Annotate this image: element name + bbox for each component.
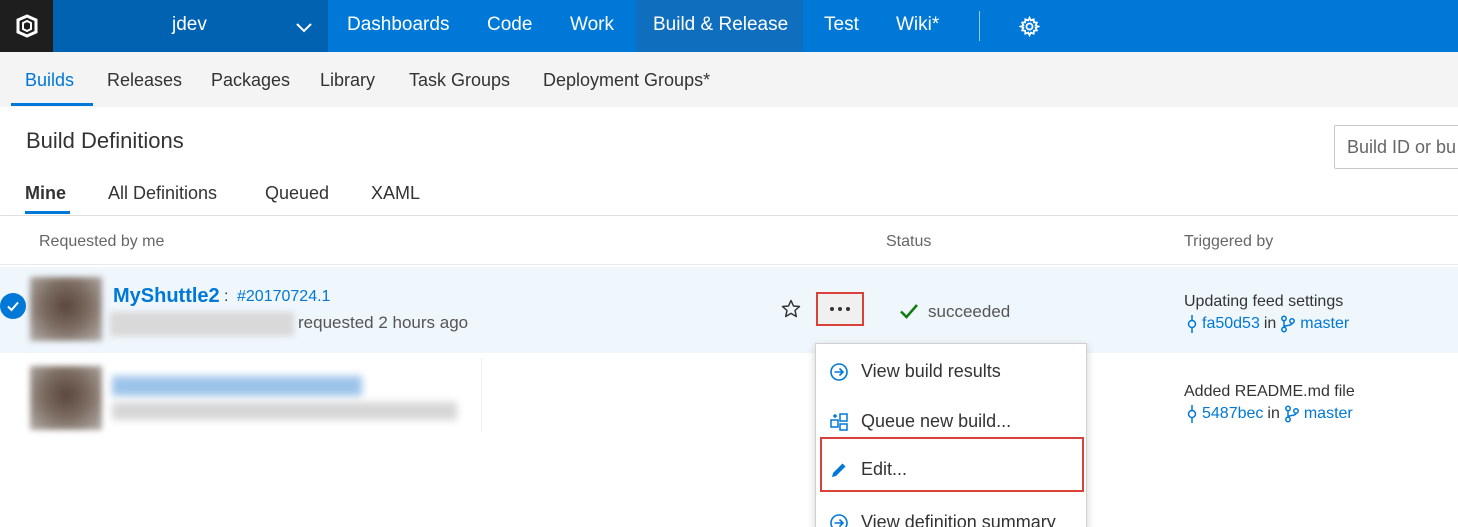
active-tab-indicator [25, 211, 70, 214]
arrow-circle-right-icon [830, 514, 848, 527]
in-text: in [1267, 405, 1280, 422]
project-selector[interactable]: jdev [53, 0, 328, 52]
trigger-links: fa50d53 in master [1186, 315, 1349, 333]
subnav-builds[interactable]: Builds [25, 70, 74, 91]
menu-item-view-definition-summary[interactable]: View definition summary [816, 499, 1086, 527]
chevron-down-icon [296, 23, 312, 33]
nav-work[interactable]: Work [570, 14, 614, 36]
selected-check-icon[interactable] [0, 293, 26, 319]
sub-navigation: Builds Releases Packages Library Task Gr… [0, 52, 1458, 107]
menu-item-label: Queue new build... [861, 411, 1012, 431]
menu-item-label: View build results [861, 361, 1001, 381]
vsts-logo-icon[interactable] [0, 0, 53, 52]
more-actions-button[interactable] [816, 292, 864, 326]
arrow-circle-right-icon [830, 363, 848, 381]
build-status: succeeded [928, 302, 1011, 321]
page-title: Build Definitions [26, 128, 184, 153]
queue-build-icon [830, 413, 848, 431]
subnav-deployment-groups[interactable]: Deployment Groups* [543, 70, 710, 91]
nav-dashboards[interactable]: Dashboards [347, 14, 449, 36]
commit-icon [1187, 405, 1197, 423]
project-name: jdev [172, 14, 207, 35]
column-header-status[interactable]: Status [886, 233, 931, 251]
subnav-packages[interactable]: Packages [211, 70, 290, 91]
nav-wiki[interactable]: Wiki* [896, 14, 939, 36]
redacted-requested-text [112, 402, 457, 420]
avatar [30, 277, 102, 341]
tab-xaml[interactable]: XAML [371, 183, 420, 204]
tab-mine[interactable]: Mine [25, 183, 66, 204]
ellipsis-icon [830, 307, 850, 311]
divider [0, 215, 1458, 216]
menu-item-label: Edit... [861, 459, 908, 479]
commit-link[interactable]: 5487bec [1202, 405, 1263, 423]
trigger-title: Added README.md file [1184, 383, 1355, 400]
column-header-requested[interactable]: Requested by me [39, 233, 164, 251]
build-number-link[interactable]: #20170724.1 [237, 288, 330, 306]
subnav-library[interactable]: Library [320, 70, 375, 91]
separator: : [224, 288, 229, 305]
divider [0, 264, 1458, 265]
menu-item-label: View definition summary [861, 512, 1056, 527]
tab-all-definitions[interactable]: All Definitions [108, 183, 217, 204]
branch-link[interactable]: master [1304, 405, 1353, 423]
trigger-title: Updating feed settings [1184, 293, 1344, 310]
tab-queued[interactable]: Queued [265, 183, 329, 204]
top-navigation-bar: jdev Dashboards Code Work Build & Releas… [0, 0, 1458, 52]
nav-test[interactable]: Test [824, 14, 859, 36]
column-header-triggered[interactable]: Triggered by [1184, 233, 1273, 251]
definition-name-link[interactable]: MyShuttle2 [113, 285, 220, 308]
menu-item-view-build-results[interactable]: View build results [816, 348, 1086, 392]
branch-icon [1284, 405, 1299, 423]
in-text: in [1263, 315, 1277, 332]
requested-time: requested 2 hours ago [298, 313, 469, 332]
commit-icon [1187, 315, 1197, 333]
branch-link[interactable]: master [1300, 315, 1349, 333]
context-menu: View build results Queue new build... Ed… [815, 343, 1087, 527]
menu-item-queue-new-build[interactable]: Queue new build... [816, 398, 1086, 442]
subnav-task-groups[interactable]: Task Groups [409, 70, 510, 91]
menu-item-edit[interactable]: Edit... [816, 446, 1086, 490]
subnav-releases[interactable]: Releases [107, 70, 182, 91]
active-subnav-indicator [11, 103, 93, 106]
build-search-input[interactable] [1335, 126, 1458, 168]
gear-icon[interactable] [1019, 16, 1040, 37]
star-icon[interactable] [781, 299, 801, 319]
commit-link[interactable]: fa50d53 [1202, 315, 1260, 333]
redacted-definition-name [112, 376, 362, 396]
avatar [30, 366, 102, 430]
nav-code[interactable]: Code [487, 14, 532, 36]
pencil-icon [832, 463, 846, 477]
redacted-user-name [110, 312, 294, 336]
success-check-icon [900, 304, 918, 319]
nav-divider [979, 11, 980, 41]
build-search-box[interactable] [1334, 125, 1458, 169]
nav-build-release[interactable]: Build & Release [653, 14, 788, 36]
divider [481, 358, 482, 432]
trigger-links: 5487bec in master [1186, 405, 1353, 423]
branch-icon [1281, 315, 1296, 333]
